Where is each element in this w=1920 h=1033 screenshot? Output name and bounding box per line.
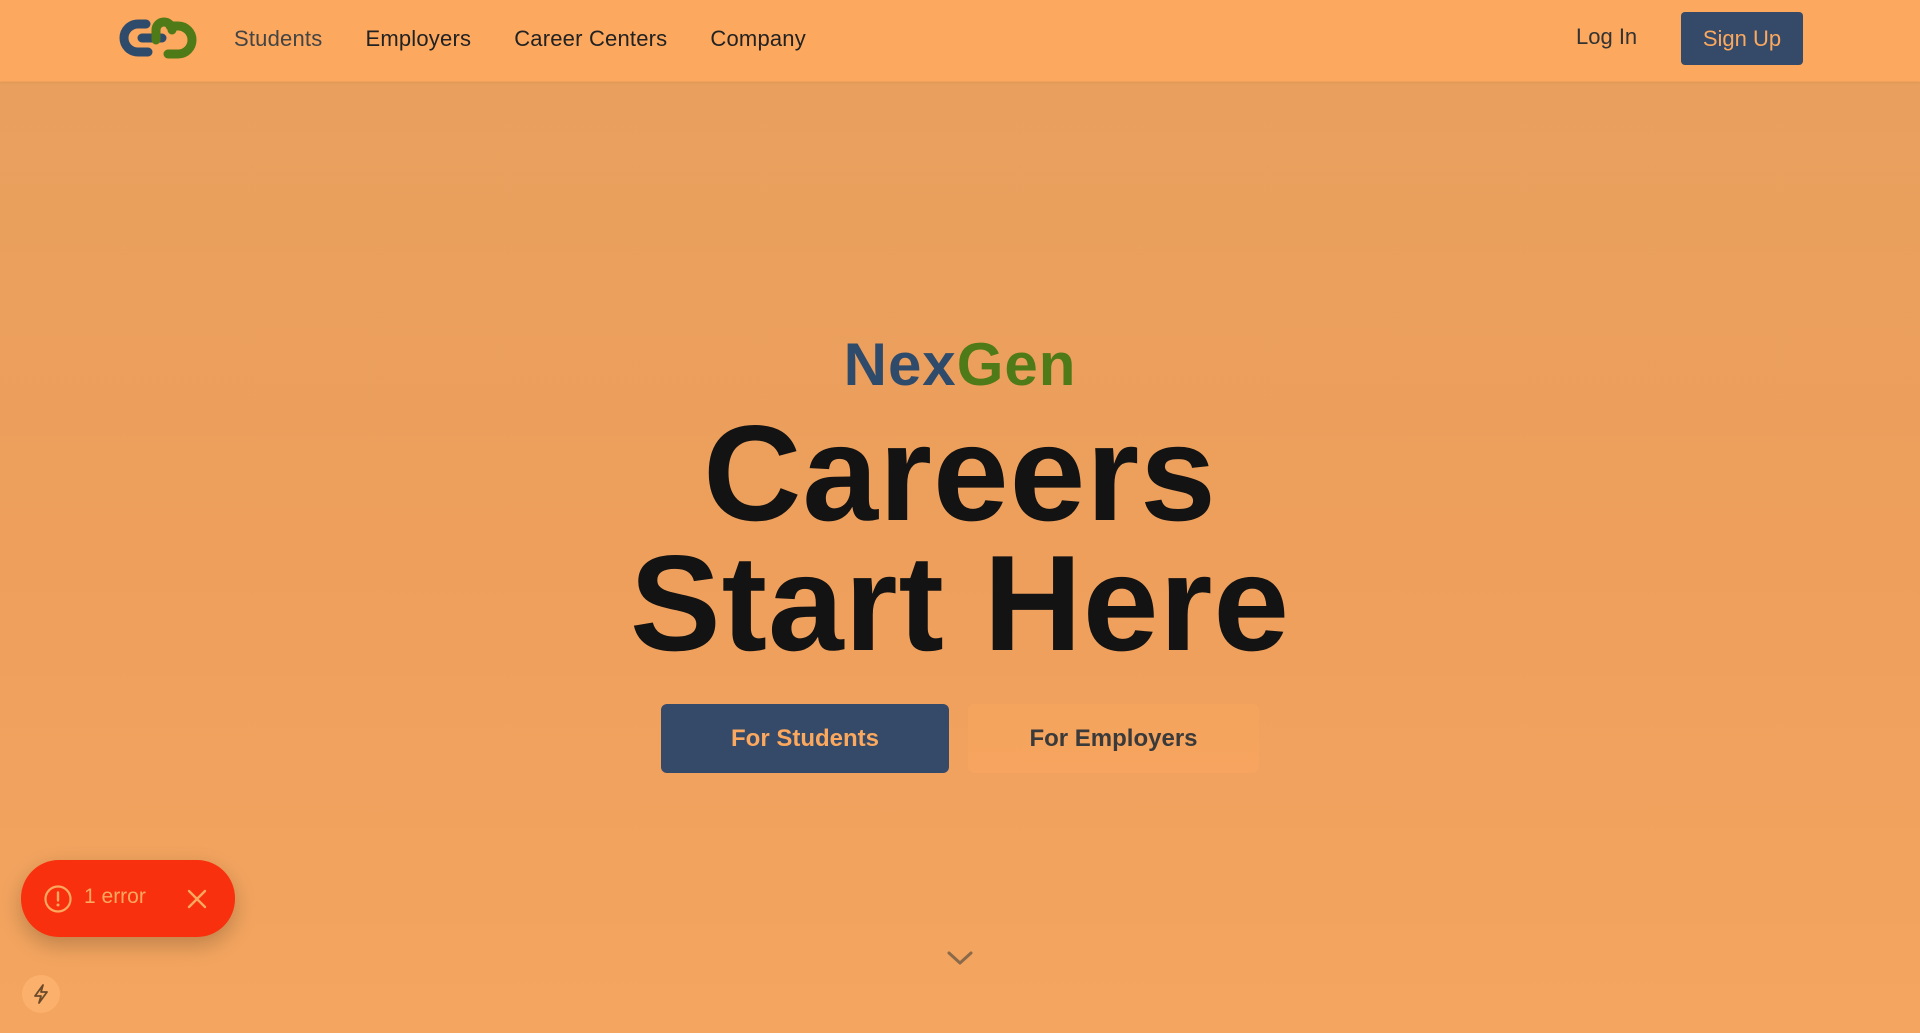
brand-wordmark-nex: Nex	[843, 331, 957, 398]
main-nav: Students Employers Career Centers Compan…	[234, 0, 849, 78]
signup-button[interactable]: Sign Up	[1681, 12, 1803, 65]
close-icon[interactable]	[186, 888, 208, 910]
nav-employers-link[interactable]: Employers	[365, 26, 471, 52]
nav-career-centers-link[interactable]: Career Centers	[514, 26, 667, 52]
headline-line-2: Start Here	[629, 527, 1291, 679]
error-count-label: 1 error	[84, 885, 146, 908]
top-navigation-bar: Students Employers Career Centers Compan…	[0, 0, 1920, 82]
login-link[interactable]: Log In	[1576, 24, 1637, 50]
nav-company-link[interactable]: Company	[710, 26, 806, 52]
brand-wordmark: NexGen	[0, 330, 1920, 399]
chain-link-logo-icon[interactable]	[116, 16, 204, 62]
nav-students-link[interactable]: Students	[234, 26, 322, 52]
bolt-icon	[34, 984, 48, 1004]
dev-tools-button[interactable]	[22, 975, 60, 1013]
for-employers-button[interactable]: For Employers	[968, 704, 1259, 773]
alert-circle-icon	[44, 885, 72, 913]
hero-headline: Careers Start Here	[0, 405, 1920, 671]
chevron-down-icon[interactable]	[945, 948, 975, 968]
for-students-button[interactable]: For Students	[661, 704, 949, 773]
brand-wordmark-gen: Gen	[956, 331, 1077, 398]
